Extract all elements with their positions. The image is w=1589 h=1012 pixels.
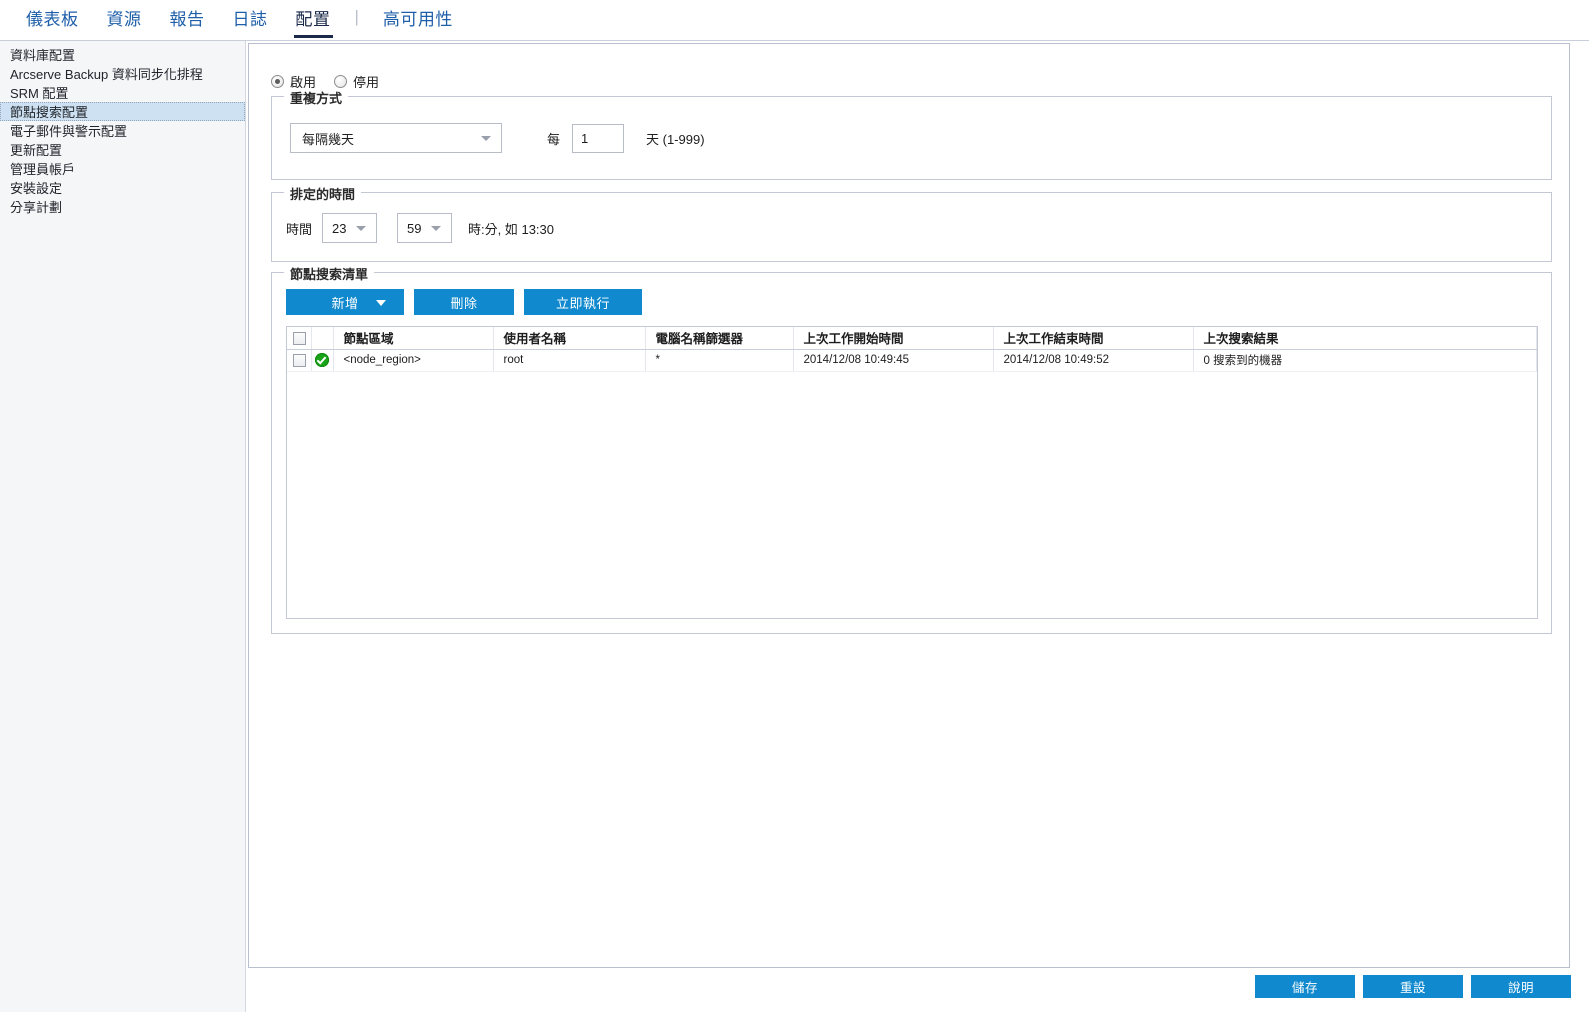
node-discovery-table: 節點區域 使用者名稱 電腦名稱篩選器 上次工作開始時間 上次工作結束時間 上次搜… (287, 327, 1537, 372)
content-area: 啟用 停用 重複方式 每隔幾天 每 天 (1-999) 排定的時間 (247, 41, 1589, 1012)
cell-last-start-time: 2014/12/08 10:49:45 (793, 349, 993, 371)
sidebar-item-installation-settings[interactable]: 安裝設定 (0, 178, 245, 197)
row-checkbox[interactable] (293, 354, 306, 367)
chevron-down-icon (356, 226, 366, 231)
minute-value: 59 (407, 221, 421, 236)
nav-tab-high-availability[interactable]: 高可用性 (369, 3, 467, 38)
sidebar-item-update-config[interactable]: 更新配置 (0, 140, 245, 159)
repeat-method-legend: 重複方式 (284, 88, 348, 107)
nav-tab-configuration[interactable]: 配置 (282, 3, 345, 38)
repeat-method-fieldset: 重複方式 每隔幾天 每 天 (1-999) (271, 96, 1552, 180)
nav-tab-dashboard[interactable]: 儀表板 (12, 3, 93, 38)
sidebar-item-database-config[interactable]: 資料庫配置 (0, 45, 245, 64)
cell-last-end-time: 2014/12/08 10:49:52 (993, 349, 1193, 371)
status-ok-icon (315, 353, 329, 367)
sidebar-item-backup-sync-schedule[interactable]: Arcserve Backup 資料同步化排程 (0, 64, 245, 83)
add-button[interactable]: 新增 (286, 289, 404, 315)
save-button[interactable]: 儲存 (1255, 975, 1355, 998)
column-header-node-region[interactable]: 節點區域 (333, 327, 493, 349)
nav-list: 儀表板 資源 報告 日誌 配置 | 高可用性 (0, 0, 1589, 40)
table-row[interactable]: <node_region> root * 2014/12/08 10:49:45… (287, 349, 1537, 371)
status-column-header (311, 327, 333, 349)
node-discovery-list-fieldset: 節點搜索清單 新增 刪除 立即執行 (271, 272, 1552, 634)
sidebar: 資料庫配置 Arcserve Backup 資料同步化排程 SRM 配置 節點搜… (0, 41, 246, 1012)
column-header-last-start-time[interactable]: 上次工作開始時間 (793, 327, 993, 349)
cell-computer-filter: * (645, 349, 793, 371)
minute-select[interactable]: 59 (397, 213, 452, 243)
time-label: 時間 (286, 219, 312, 238)
sidebar-item-admin-account[interactable]: 管理員帳戶 (0, 159, 245, 178)
nav-tab-reports[interactable]: 報告 (156, 3, 219, 38)
radio-enable-icon[interactable] (271, 75, 284, 88)
every-label: 每 (547, 129, 560, 148)
table-body: <node_region> root * 2014/12/08 10:49:45… (287, 349, 1537, 371)
help-button[interactable]: 說明 (1471, 975, 1571, 998)
sidebar-item-node-discovery-config[interactable]: 節點搜索配置 (0, 102, 245, 121)
radio-disable-icon[interactable] (334, 75, 347, 88)
hour-value: 23 (332, 221, 346, 236)
sidebar-item-srm-config[interactable]: SRM 配置 (0, 83, 245, 102)
table-header: 節點區域 使用者名稱 電腦名稱篩選器 上次工作開始時間 上次工作結束時間 上次搜… (287, 327, 1537, 349)
node-discovery-list-legend: 節點搜索清單 (284, 264, 374, 283)
repeat-frequency-select[interactable]: 每隔幾天 (290, 123, 502, 153)
repeat-frequency-value: 每隔幾天 (302, 129, 354, 148)
row-status-cell (311, 349, 333, 371)
delete-button[interactable]: 刪除 (414, 289, 514, 315)
scheduled-time-legend: 排定的時間 (284, 184, 361, 203)
row-select-cell[interactable] (287, 349, 311, 371)
column-header-computer-filter[interactable]: 電腦名稱篩選器 (645, 327, 793, 349)
column-header-last-result[interactable]: 上次搜索結果 (1193, 327, 1537, 349)
repeat-interval-input[interactable] (572, 124, 624, 153)
cell-user-name: root (493, 349, 645, 371)
sidebar-item-email-alert-config[interactable]: 電子郵件與警示配置 (0, 121, 245, 140)
run-now-button[interactable]: 立即執行 (524, 289, 642, 315)
node-discovery-table-container[interactable]: 節點區域 使用者名稱 電腦名稱篩選器 上次工作開始時間 上次工作結束時間 上次搜… (286, 326, 1538, 619)
configuration-panel: 啟用 停用 重複方式 每隔幾天 每 天 (1-999) 排定的時間 (248, 43, 1570, 968)
hour-select[interactable]: 23 (322, 213, 377, 243)
table-header-row: 節點區域 使用者名稱 電腦名稱篩選器 上次工作開始時間 上次工作結束時間 上次搜… (287, 327, 1537, 349)
select-all-header[interactable] (287, 327, 311, 349)
chevron-down-icon (481, 136, 491, 141)
cell-node-region: <node_region> (333, 349, 493, 371)
add-button-label: 新增 (331, 293, 358, 312)
column-header-last-end-time[interactable]: 上次工作結束時間 (993, 327, 1193, 349)
nav-tab-resources[interactable]: 資源 (93, 3, 156, 38)
nav-tab-logs[interactable]: 日誌 (219, 3, 282, 38)
select-all-checkbox[interactable] (293, 332, 306, 345)
nav-separator: | (345, 7, 369, 33)
time-format-hint: 時:分, 如 13:30 (468, 219, 554, 238)
repeat-unit-hint: 天 (1-999) (646, 129, 705, 148)
sidebar-item-shared-plans[interactable]: 分享計劃 (0, 197, 245, 216)
cell-last-result: 0 搜索到的機器 (1193, 349, 1537, 371)
list-toolbar: 新增 刪除 立即執行 (286, 289, 642, 315)
chevron-down-icon (431, 226, 441, 231)
top-navigation-bar: 儀表板 資源 報告 日誌 配置 | 高可用性 (0, 0, 1589, 41)
scheduled-time-fieldset: 排定的時間 時間 23 59 時:分, 如 13:30 (271, 192, 1552, 262)
reset-button[interactable]: 重設 (1363, 975, 1463, 998)
chevron-down-icon (376, 300, 386, 306)
disable-radio-label: 停用 (353, 72, 379, 91)
column-header-user-name[interactable]: 使用者名稱 (493, 327, 645, 349)
footer-actions: 儲存 重設 說明 (1255, 975, 1571, 998)
